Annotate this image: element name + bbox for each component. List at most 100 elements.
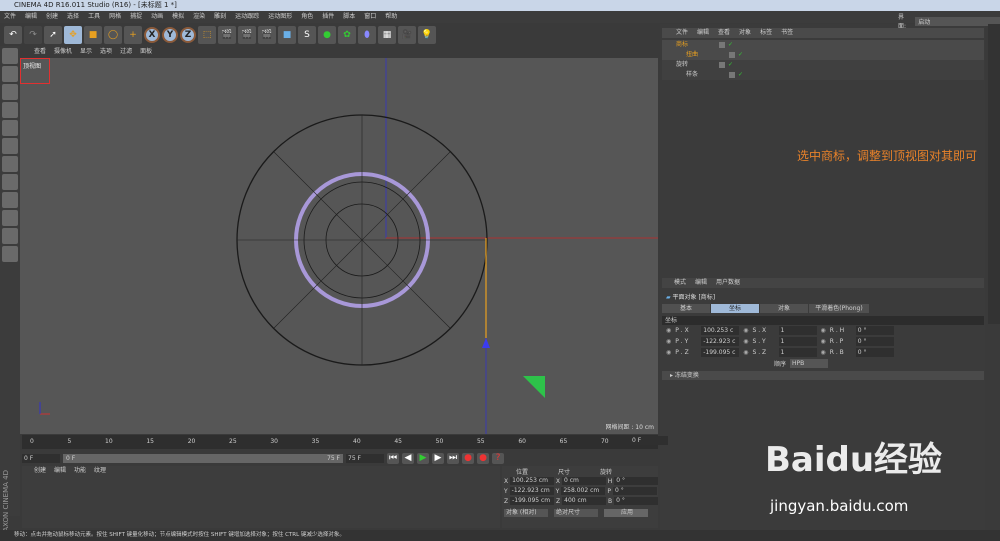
menu-item[interactable]: 插件 — [322, 11, 334, 23]
material-menu-item[interactable]: 功能 — [74, 466, 86, 476]
object-menu-item[interactable]: 标签 — [760, 28, 772, 38]
axis-mode-icon[interactable] — [2, 174, 18, 190]
sculpt-icon[interactable] — [2, 210, 18, 226]
viewport-top[interactable]: 顶视图 网格间距 : 10 cm — [20, 58, 658, 434]
attribute-menu-item[interactable]: 用户数据 — [716, 278, 740, 288]
menu-item[interactable]: 动画 — [151, 11, 163, 23]
radio-icon[interactable]: ◉ — [743, 338, 748, 345]
value-field[interactable]: 0 ° — [855, 348, 894, 357]
side-tabs[interactable] — [988, 24, 1000, 324]
visibility-toggle-icon[interactable] — [719, 42, 725, 48]
object-menu-item[interactable]: 文件 — [676, 28, 688, 38]
frozen-transform-section[interactable]: ▸ 冻结变换 — [662, 371, 984, 380]
menu-item[interactable]: 创建 — [46, 11, 58, 23]
object-menu-item[interactable]: 对象 — [739, 28, 751, 38]
attribute-menu-item[interactable]: 编辑 — [695, 278, 707, 288]
mograph-icon[interactable]: ✿ — [338, 26, 356, 44]
z-axis-toggle[interactable]: Z — [180, 27, 196, 43]
render-settings-icon[interactable]: 🎬 — [258, 26, 276, 44]
object-row[interactable]: 旋转 ✓ — [662, 60, 984, 70]
value-field[interactable]: -122.923 c — [701, 337, 740, 346]
material-menu-item[interactable]: 纹理 — [94, 466, 106, 476]
visibility-toggle-icon[interactable] — [729, 52, 735, 58]
mode-icon[interactable] — [2, 48, 18, 64]
snap-icon[interactable] — [2, 192, 18, 208]
enabled-check-icon[interactable]: ✓ — [738, 50, 743, 60]
cube-icon[interactable]: ■ — [278, 26, 296, 44]
subdivision-icon[interactable]: ● — [318, 26, 336, 44]
order-dropdown[interactable]: HPB — [790, 359, 829, 368]
radio-icon[interactable]: ◉ — [743, 349, 748, 356]
model-mode-icon[interactable] — [2, 66, 18, 82]
coordinate-field[interactable]: 0 ° — [612, 487, 657, 495]
value-field[interactable]: 1 — [778, 348, 817, 357]
coordinate-field[interactable]: 400 cm — [562, 497, 606, 505]
viewport-menu-item[interactable]: 选项 — [100, 47, 112, 57]
object-row[interactable]: 商标 ✓ — [662, 40, 984, 50]
menu-item[interactable]: 捕捉 — [130, 11, 142, 23]
polygons-mode-icon[interactable] — [2, 156, 18, 172]
radio-icon[interactable]: ◉ — [666, 349, 671, 356]
autokey-button[interactable]: ● — [477, 452, 489, 464]
value-field[interactable]: -199.095 c — [701, 348, 740, 357]
workplane-icon[interactable] — [2, 102, 18, 118]
attribute-tab[interactable]: 基本 — [662, 304, 710, 313]
menu-item[interactable]: 渲染 — [193, 11, 205, 23]
object-row[interactable]: 样条 ✓ — [662, 70, 984, 80]
object-menu-item[interactable]: 编辑 — [697, 28, 709, 38]
coordinate-field[interactable]: 0 cm — [562, 477, 606, 485]
x-axis-toggle[interactable]: X — [144, 27, 160, 43]
redo-button[interactable]: ↷ — [24, 26, 42, 44]
radio-icon[interactable]: ◉ — [743, 327, 748, 334]
menu-item[interactable]: 帮助 — [385, 11, 397, 23]
current-frame-display[interactable]: 0 F — [630, 436, 668, 446]
visibility-toggle-icon[interactable] — [719, 62, 725, 68]
coordinate-system-icon[interactable]: ⬚ — [198, 26, 216, 44]
coordinate-field[interactable]: 0 ° — [614, 477, 659, 485]
menu-item[interactable]: 运动跟踪 — [235, 11, 259, 23]
value-field[interactable]: 0 ° — [855, 337, 894, 346]
render-view-icon[interactable]: 🎬 — [218, 26, 236, 44]
viewport-menu-item[interactable]: 查看 — [34, 47, 46, 57]
menu-item[interactable]: 编辑 — [25, 11, 37, 23]
coordinate-field[interactable]: -199.095 cm — [510, 497, 554, 505]
object-menu-item[interactable]: 查看 — [718, 28, 730, 38]
move-tool[interactable]: ✥ — [64, 26, 82, 44]
enabled-check-icon[interactable]: ✓ — [728, 60, 733, 70]
frame-range-slider[interactable]: 0 F 75 F — [63, 453, 343, 463]
radio-icon[interactable]: ◉ — [666, 338, 671, 345]
menu-item[interactable]: 网格 — [109, 11, 121, 23]
viewport-menu-item[interactable]: 摄像机 — [54, 47, 72, 57]
apply-button[interactable]: 应用 — [604, 509, 648, 517]
lock-workplane-icon[interactable] — [2, 246, 18, 262]
scale-tool[interactable]: ■ — [84, 26, 102, 44]
spline-pen-icon[interactable]: S — [298, 26, 316, 44]
attribute-menu-item[interactable]: 模式 — [674, 278, 686, 288]
attribute-tab[interactable]: 对象 — [760, 304, 808, 313]
value-field[interactable]: 100.253 c — [701, 326, 740, 335]
texture-mode-icon[interactable] — [2, 84, 18, 100]
soft-selection-icon[interactable] — [2, 228, 18, 244]
y-axis-toggle[interactable]: Y — [162, 27, 178, 43]
material-menu-item[interactable]: 创建 — [34, 466, 46, 476]
viewport-menu-item[interactable]: 面板 — [140, 47, 152, 57]
plane-handle[interactable] — [523, 376, 545, 398]
menu-item[interactable]: 脚本 — [343, 11, 355, 23]
viewport-menu-item[interactable]: 显示 — [80, 47, 92, 57]
record-button[interactable]: ● — [462, 452, 474, 464]
radio-icon[interactable]: ◉ — [666, 327, 671, 334]
enabled-check-icon[interactable]: ✓ — [738, 70, 743, 80]
go-to-end-button[interactable]: ⏭ — [447, 452, 459, 464]
attribute-tab[interactable]: 平滑着色(Phong) — [809, 304, 869, 313]
coordinate-field[interactable]: 100.253 cm — [510, 477, 554, 485]
menu-item[interactable]: 角色 — [301, 11, 313, 23]
select-tool[interactable]: ➚ — [44, 26, 62, 44]
visibility-toggle-icon[interactable] — [729, 72, 735, 78]
light-icon[interactable]: 💡 — [418, 26, 436, 44]
material-menu-item[interactable]: 编辑 — [54, 466, 66, 476]
render-picture-viewer-icon[interactable]: 🎬 — [238, 26, 256, 44]
coordinate-field[interactable]: 0 ° — [614, 497, 658, 505]
timeline-ruler[interactable]: 051015202530354045505560657075 — [22, 435, 658, 449]
camera-icon[interactable]: 🎥 — [398, 26, 416, 44]
live-tool[interactable]: + — [124, 26, 142, 44]
